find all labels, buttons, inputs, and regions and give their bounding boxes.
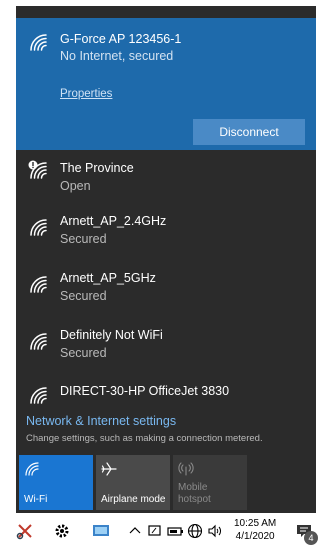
snipping-tool-icon[interactable]	[16, 522, 34, 540]
network-name: Arnett_AP_2.4GHz	[60, 214, 167, 228]
taskbar-clock[interactable]: 10:25 AM 4/1/2020	[234, 517, 276, 543]
clock-date: 4/1/2020	[235, 531, 275, 542]
wifi-toggle-tile[interactable]: Wi-Fi	[19, 455, 93, 510]
tile-label: Mobile hotspot	[178, 482, 211, 505]
chevron-up-icon[interactable]	[126, 522, 144, 540]
airplane-mode-tile[interactable]: Airplane mode	[96, 455, 170, 510]
network-name: DIRECT-30-HP OfficeJet 3830	[60, 384, 230, 398]
globe-network-icon[interactable]	[186, 522, 204, 540]
network-name: Arnett_AP_5GHz	[60, 271, 156, 285]
network-item[interactable]: Arnett_AP_5GHz Secured	[16, 266, 316, 316]
network-name: Definitely Not WiFi	[60, 328, 163, 342]
network-flyout: G-Force AP 123456-1 No Internet, secured…	[16, 6, 316, 513]
wifi-signal-icon	[28, 217, 48, 237]
meet-now-icon[interactable]	[146, 522, 164, 540]
wifi-signal-icon	[28, 385, 48, 405]
wifi-icon	[24, 461, 40, 477]
mobile-hotspot-tile[interactable]: Mobile hotspot	[173, 455, 247, 510]
battery-icon[interactable]	[166, 522, 184, 540]
properties-link[interactable]: Properties	[60, 88, 112, 100]
network-settings-description: Change settings, such as making a connec…	[26, 433, 263, 444]
wifi-signal-icon	[28, 32, 48, 52]
connected-network-panel[interactable]: G-Force AP 123456-1 No Internet, secured…	[16, 18, 316, 150]
hotspot-icon	[178, 461, 194, 477]
speaker-volume-icon[interactable]	[206, 522, 224, 540]
notification-count-badge: 4	[304, 531, 318, 545]
network-status: Open	[60, 179, 91, 193]
connected-network-name: G-Force AP 123456-1	[60, 32, 182, 46]
network-status: Secured	[60, 232, 107, 246]
network-item[interactable]: The Province Open	[16, 152, 316, 202]
airplane-icon	[101, 461, 117, 477]
clock-time: 10:25 AM	[234, 518, 277, 529]
network-item[interactable]: Definitely Not WiFi Secured	[16, 323, 316, 373]
control-panel-icon[interactable]	[92, 522, 110, 540]
tile-label: Wi-Fi	[24, 494, 48, 505]
network-name: The Province	[60, 161, 134, 175]
network-status: Secured	[60, 346, 107, 360]
network-settings-link[interactable]: Network & Internet settings	[26, 414, 176, 428]
tile-label: Airplane mode	[101, 494, 166, 505]
wifi-signal-icon	[28, 331, 48, 351]
taskbar: 10:25 AM 4/1/2020 4	[0, 513, 336, 548]
network-status: Secured	[60, 289, 107, 303]
settings-gear-icon[interactable]	[53, 522, 71, 540]
wifi-open-warning-icon	[28, 160, 48, 180]
connected-network-status: No Internet, secured	[60, 49, 174, 63]
wifi-signal-icon	[28, 274, 48, 294]
network-item[interactable]: Arnett_AP_2.4GHz Secured	[16, 209, 316, 259]
network-item[interactable]: DIRECT-30-HP OfficeJet 3830	[16, 379, 316, 407]
disconnect-button[interactable]: Disconnect	[193, 119, 305, 145]
